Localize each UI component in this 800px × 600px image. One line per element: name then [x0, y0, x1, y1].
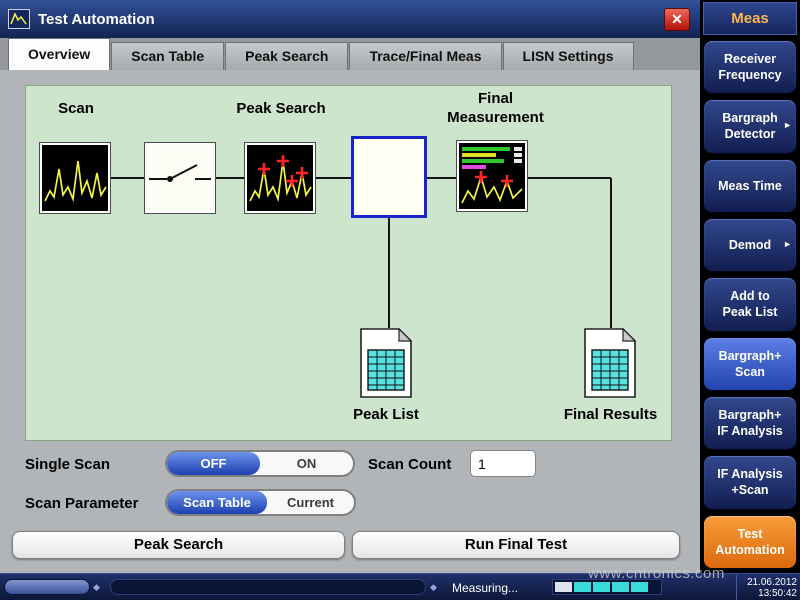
- measuring-status: Measuring...: [452, 581, 518, 595]
- app-icon: [8, 9, 30, 29]
- softkey-bargraph-if-analysis[interactable]: Bargraph+ IF Analysis: [703, 396, 797, 450]
- scan-parameter-scan-table-option[interactable]: Scan Table: [167, 491, 267, 514]
- peak-list-label: Peak List: [331, 406, 441, 425]
- tab-trace-final-meas[interactable]: Trace/Final Meas: [349, 42, 501, 70]
- softkey-label: Bargraph+ IF Analysis: [717, 407, 783, 440]
- softkey-label: Meas Time: [718, 178, 782, 194]
- diamond-icon: ◆: [430, 582, 437, 593]
- final-results-label: Final Results: [543, 406, 678, 425]
- scan-count-input[interactable]: [470, 450, 536, 477]
- submenu-arrow-icon: ►: [783, 121, 792, 133]
- tab-scan-table[interactable]: Scan Table: [111, 42, 224, 70]
- watermark: www.cntronics.com: [588, 565, 725, 582]
- peak-search-label: Peak Search: [221, 100, 341, 119]
- softkey-receiver-frequency[interactable]: Receiver Frequency: [703, 40, 797, 94]
- final-results-icon[interactable]: [578, 326, 642, 400]
- progress-segment: [574, 582, 591, 592]
- instrument-screen: Test Automation ✕ Overview Scan Table Pe…: [0, 0, 800, 600]
- tab-bar: Overview Scan Table Peak Search Trace/Fi…: [0, 38, 700, 70]
- softkey-label: Test Automation: [715, 526, 784, 559]
- tab-overview[interactable]: Overview: [8, 38, 110, 70]
- run-final-test-button[interactable]: Run Final Test: [352, 531, 680, 559]
- switch-icon: [147, 145, 213, 211]
- scan-parameter-toggle: Scan Table Current: [165, 489, 356, 516]
- final-measurement-label: Final Measurement: [438, 90, 553, 128]
- scan-parameter-label: Scan Parameter: [25, 495, 138, 512]
- junction-node[interactable]: [351, 136, 427, 218]
- scrollbar-track[interactable]: [110, 579, 426, 595]
- softkey-label: Bargraph Detector: [722, 110, 778, 143]
- softkey-label: Receiver Frequency: [718, 51, 781, 84]
- scan-trace-icon: [42, 145, 108, 211]
- single-scan-toggle: OFF ON: [165, 450, 355, 477]
- peak-search-trace-icon: [247, 145, 313, 211]
- clock: 21.06.2012 13:50:42: [736, 575, 797, 600]
- submenu-arrow-icon: ►: [783, 239, 792, 251]
- scan-label: Scan: [36, 100, 116, 119]
- softkey-label: Add to Peak List: [723, 288, 778, 321]
- single-scan-off-option[interactable]: OFF: [167, 452, 260, 475]
- scrollbar-thumb[interactable]: [4, 579, 90, 595]
- softkey-label: IF Analysis +Scan: [717, 466, 783, 499]
- tab-lisn-settings[interactable]: LISN Settings: [503, 42, 634, 70]
- diamond-icon: ◆: [93, 582, 100, 593]
- softkey-bargraph-detector[interactable]: Bargraph Detector ►: [703, 99, 797, 153]
- softkey-demod[interactable]: Demod ►: [703, 218, 797, 272]
- scan-count-label: Scan Count: [368, 456, 451, 473]
- softkey-menu: Meas Receiver Frequency Bargraph Detecto…: [700, 0, 800, 573]
- peak-search-node[interactable]: [244, 142, 316, 214]
- peak-search-button[interactable]: Peak Search: [12, 531, 345, 559]
- softkey-if-analysis-scan[interactable]: IF Analysis +Scan: [703, 455, 797, 509]
- progress-segment: [612, 582, 629, 592]
- peak-list-icon[interactable]: [354, 326, 418, 400]
- menu-header: Meas: [703, 2, 797, 35]
- main-window: Test Automation ✕ Overview Scan Table Pe…: [0, 0, 700, 573]
- flow-diagram-panel: Scan Peak Search Final Measurement Peak …: [25, 85, 672, 441]
- date-text: 21.06.2012: [747, 577, 797, 588]
- switch-node[interactable]: [144, 142, 216, 214]
- final-measurement-icon: [459, 143, 525, 209]
- close-icon[interactable]: ✕: [664, 8, 690, 31]
- window-title: Test Automation: [38, 11, 656, 28]
- softkey-test-automation[interactable]: Test Automation: [703, 515, 797, 569]
- softkey-label: Bargraph+ Scan: [719, 348, 782, 381]
- single-scan-label: Single Scan: [25, 456, 110, 473]
- softkey-meas-time[interactable]: Meas Time: [703, 159, 797, 213]
- softkey-bargraph-scan[interactable]: Bargraph+ Scan: [703, 337, 797, 391]
- time-text: 13:50:42: [747, 588, 797, 599]
- progress-segment: [555, 582, 572, 592]
- tab-peak-search[interactable]: Peak Search: [225, 42, 348, 70]
- progress-segment: [593, 582, 610, 592]
- progress-segment: [631, 582, 648, 592]
- titlebar: Test Automation ✕: [0, 0, 700, 38]
- softkey-add-to-peak-list[interactable]: Add to Peak List: [703, 277, 797, 331]
- scan-parameter-current-option[interactable]: Current: [267, 491, 354, 514]
- connector-line: [610, 178, 612, 328]
- single-scan-on-option[interactable]: ON: [260, 452, 353, 475]
- scan-node[interactable]: [39, 142, 111, 214]
- final-measurement-node[interactable]: [456, 140, 528, 212]
- softkey-label: Demod: [729, 237, 771, 253]
